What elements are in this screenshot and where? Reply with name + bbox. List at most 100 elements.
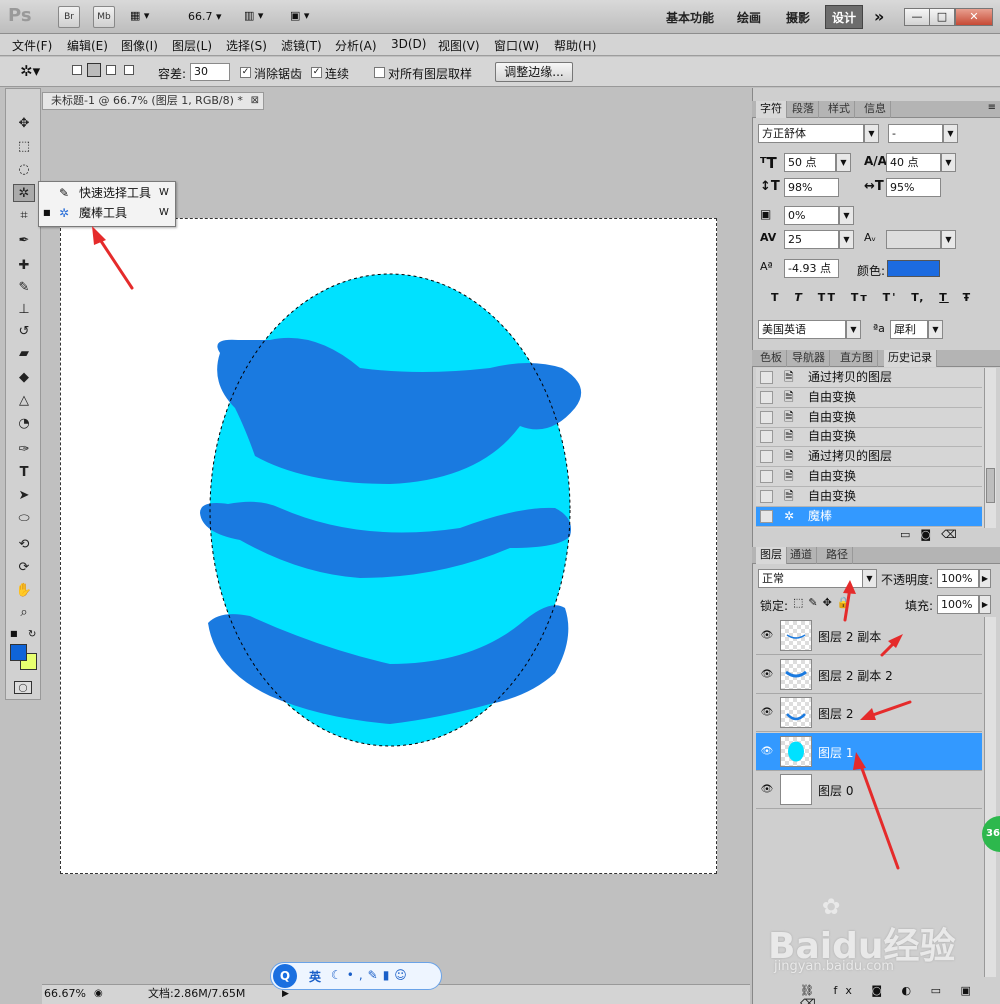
history-scroll-thumb[interactable] [986,468,995,503]
subtract-selection-icon[interactable] [106,65,116,75]
tab-info[interactable]: 信息 [860,101,891,118]
tab-paths[interactable]: 路径 [822,547,853,564]
layer-row[interactable]: 👁 图层 2 副本 2 [756,655,982,694]
minimize-button[interactable]: — [904,8,930,26]
history-state[interactable]: 🗎 自由变换 [756,427,982,448]
path-select-icon[interactable]: ➤ [13,487,35,505]
intersect-selection-icon[interactable] [124,65,134,75]
font-family-dropdown-icon[interactable]: ▼ [864,124,879,143]
visibility-eye-icon[interactable]: 👁 [760,630,774,642]
small-caps-button[interactable]: Tт [851,291,869,304]
kerning-input[interactable] [886,230,941,249]
refine-edge-button[interactable]: 调整边缘... [495,62,573,82]
snapshot-checkbox[interactable] [760,371,773,384]
blend-mode-select[interactable]: 正常 [758,569,868,588]
3d-orbit-icon[interactable]: ⟳ [13,559,35,577]
menu-select[interactable]: 选择(S) [226,37,267,54]
visibility-eye-icon[interactable]: 👁 [760,707,774,719]
tab-navigator[interactable]: 导航器 [788,350,830,367]
workspace-essentials[interactable]: 基本功能 [666,9,714,26]
swap-colors-icon[interactable]: ↻ [28,629,36,640]
text-style-buttons[interactable]: T T TT Tт T' T, T Ŧ [771,291,972,304]
clone-stamp-icon[interactable]: ⊥ [13,301,35,319]
dodge-tool-icon[interactable]: ◔ [13,415,35,433]
screen-mode-icon[interactable]: ▣ ▾ [290,9,309,22]
contiguous-checkbox[interactable]: ✓ [311,67,322,78]
blur-tool-icon[interactable]: △ [13,392,35,410]
history-state[interactable]: 🗎 通过拷贝的图层 [756,447,982,468]
zoom-tool-icon[interactable]: ⌕ [13,604,35,622]
magic-wand-tool-icon[interactable]: ✲ [13,184,35,202]
arrange-documents-icon[interactable]: ▥ ▾ [244,9,263,22]
maximize-button[interactable]: □ [929,8,955,26]
antialias-checkbox[interactable]: ✓ [240,67,251,78]
opacity-slider-icon[interactable]: ▶ [979,569,991,588]
tab-history[interactable]: 历史记录 [884,350,937,367]
antialias-select[interactable]: 犀利 [890,320,928,339]
more-workspaces-icon[interactable]: » [874,7,884,26]
type-tool-icon[interactable]: T [13,464,35,482]
zoom-level[interactable]: 66.7 ▾ [188,10,222,23]
underline-button[interactable]: T [939,291,949,304]
mini-bridge-button[interactable]: Mb [93,6,115,28]
tolerance-input[interactable]: 30 [190,63,230,81]
tsume-dropdown-icon[interactable]: ▼ [839,206,854,225]
workspace-photography[interactable]: 摄影 [786,9,810,26]
paint-bucket-icon[interactable]: ◆ [13,369,35,387]
brush-tool-icon[interactable]: ✎ [13,279,35,297]
lock-icons[interactable]: ⬚✎✥🔒 [793,596,856,609]
visibility-eye-icon[interactable]: 👁 [760,784,774,796]
all-caps-button[interactable]: TT [818,291,837,304]
font-size-dropdown-icon[interactable]: ▼ [836,153,851,172]
tab-layers[interactable]: 图层 [756,547,787,564]
leading-input[interactable]: 40 点 [886,153,941,172]
font-style-select[interactable]: - [888,124,943,143]
hand-tool-icon[interactable]: ✋ [13,582,35,600]
close-tab-icon[interactable]: ⊠ [251,93,259,109]
sample-all-checkbox[interactable] [374,67,385,78]
healing-brush-icon[interactable]: ✚ [13,257,35,275]
snapshot-checkbox[interactable] [760,450,773,464]
magic-wand-preset-icon[interactable]: ✲▾ [20,62,40,80]
document-tab[interactable]: 未标题-1 @ 66.7% (图层 1, RGB/8) * ⊠ [42,92,264,110]
marquee-tool-icon[interactable]: ⬚ [13,138,35,156]
ime-tool-icons[interactable]: ☾•,✎▮☺ [331,968,412,982]
new-selection-icon[interactable] [72,65,82,75]
superscript-button[interactable]: T' [883,291,898,304]
foreground-color-swatch[interactable] [10,644,27,661]
egg-artwork[interactable] [60,218,717,874]
snapshot-checkbox[interactable] [760,430,773,444]
snapshot-checkbox[interactable] [760,509,773,523]
language-select[interactable]: 美国英语 [758,320,846,339]
zoom-status[interactable]: 66.67% [44,985,86,1003]
tsume-input[interactable]: 0% [784,206,839,225]
status-info-icon[interactable]: ◉ [94,985,103,1003]
history-state[interactable]: ✲ 魔棒 [756,506,982,527]
pen-tool-icon[interactable]: ✑ [13,441,35,459]
ellipse-tool-icon[interactable]: ⬭ [13,510,35,528]
panel-menu-icon[interactable]: ≡ [988,102,996,113]
layer-row[interactable]: 👁 图层 2 副本 [756,617,982,655]
workspace-design[interactable]: 设计 [825,5,864,29]
horizontal-scale-input[interactable]: 95% [886,178,941,197]
snapshot-checkbox[interactable] [760,410,773,424]
leading-dropdown-icon[interactable]: ▼ [941,153,956,172]
snapshot-checkbox[interactable] [760,470,773,483]
history-state[interactable]: 🗎 自由变换 [756,388,982,408]
layer-row[interactable]: 👁 图层 0 [756,771,982,810]
layers-scrollbar[interactable] [984,617,996,977]
antialias-dropdown-icon[interactable]: ▼ [928,320,943,339]
close-button[interactable]: ✕ [955,8,993,26]
move-tool-icon[interactable]: ✥ [13,115,35,133]
tab-histogram[interactable]: 直方图 [836,350,878,367]
faux-bold-button[interactable]: T [771,291,781,304]
quick-selection-tool-item[interactable]: ✎ 快速选择工具 W [41,183,173,203]
kerning-dropdown-icon[interactable]: ▼ [941,230,956,249]
tab-styles[interactable]: 样式 [824,101,855,118]
history-state[interactable]: 🗎 自由变换 [756,467,982,487]
language-dropdown-icon[interactable]: ▼ [846,320,861,339]
menu-view[interactable]: 视图(V) [438,37,480,54]
vertical-scale-input[interactable]: 98% [784,178,839,197]
menu-file[interactable]: 文件(F) [12,37,52,54]
visibility-eye-icon[interactable]: 👁 [760,669,774,681]
